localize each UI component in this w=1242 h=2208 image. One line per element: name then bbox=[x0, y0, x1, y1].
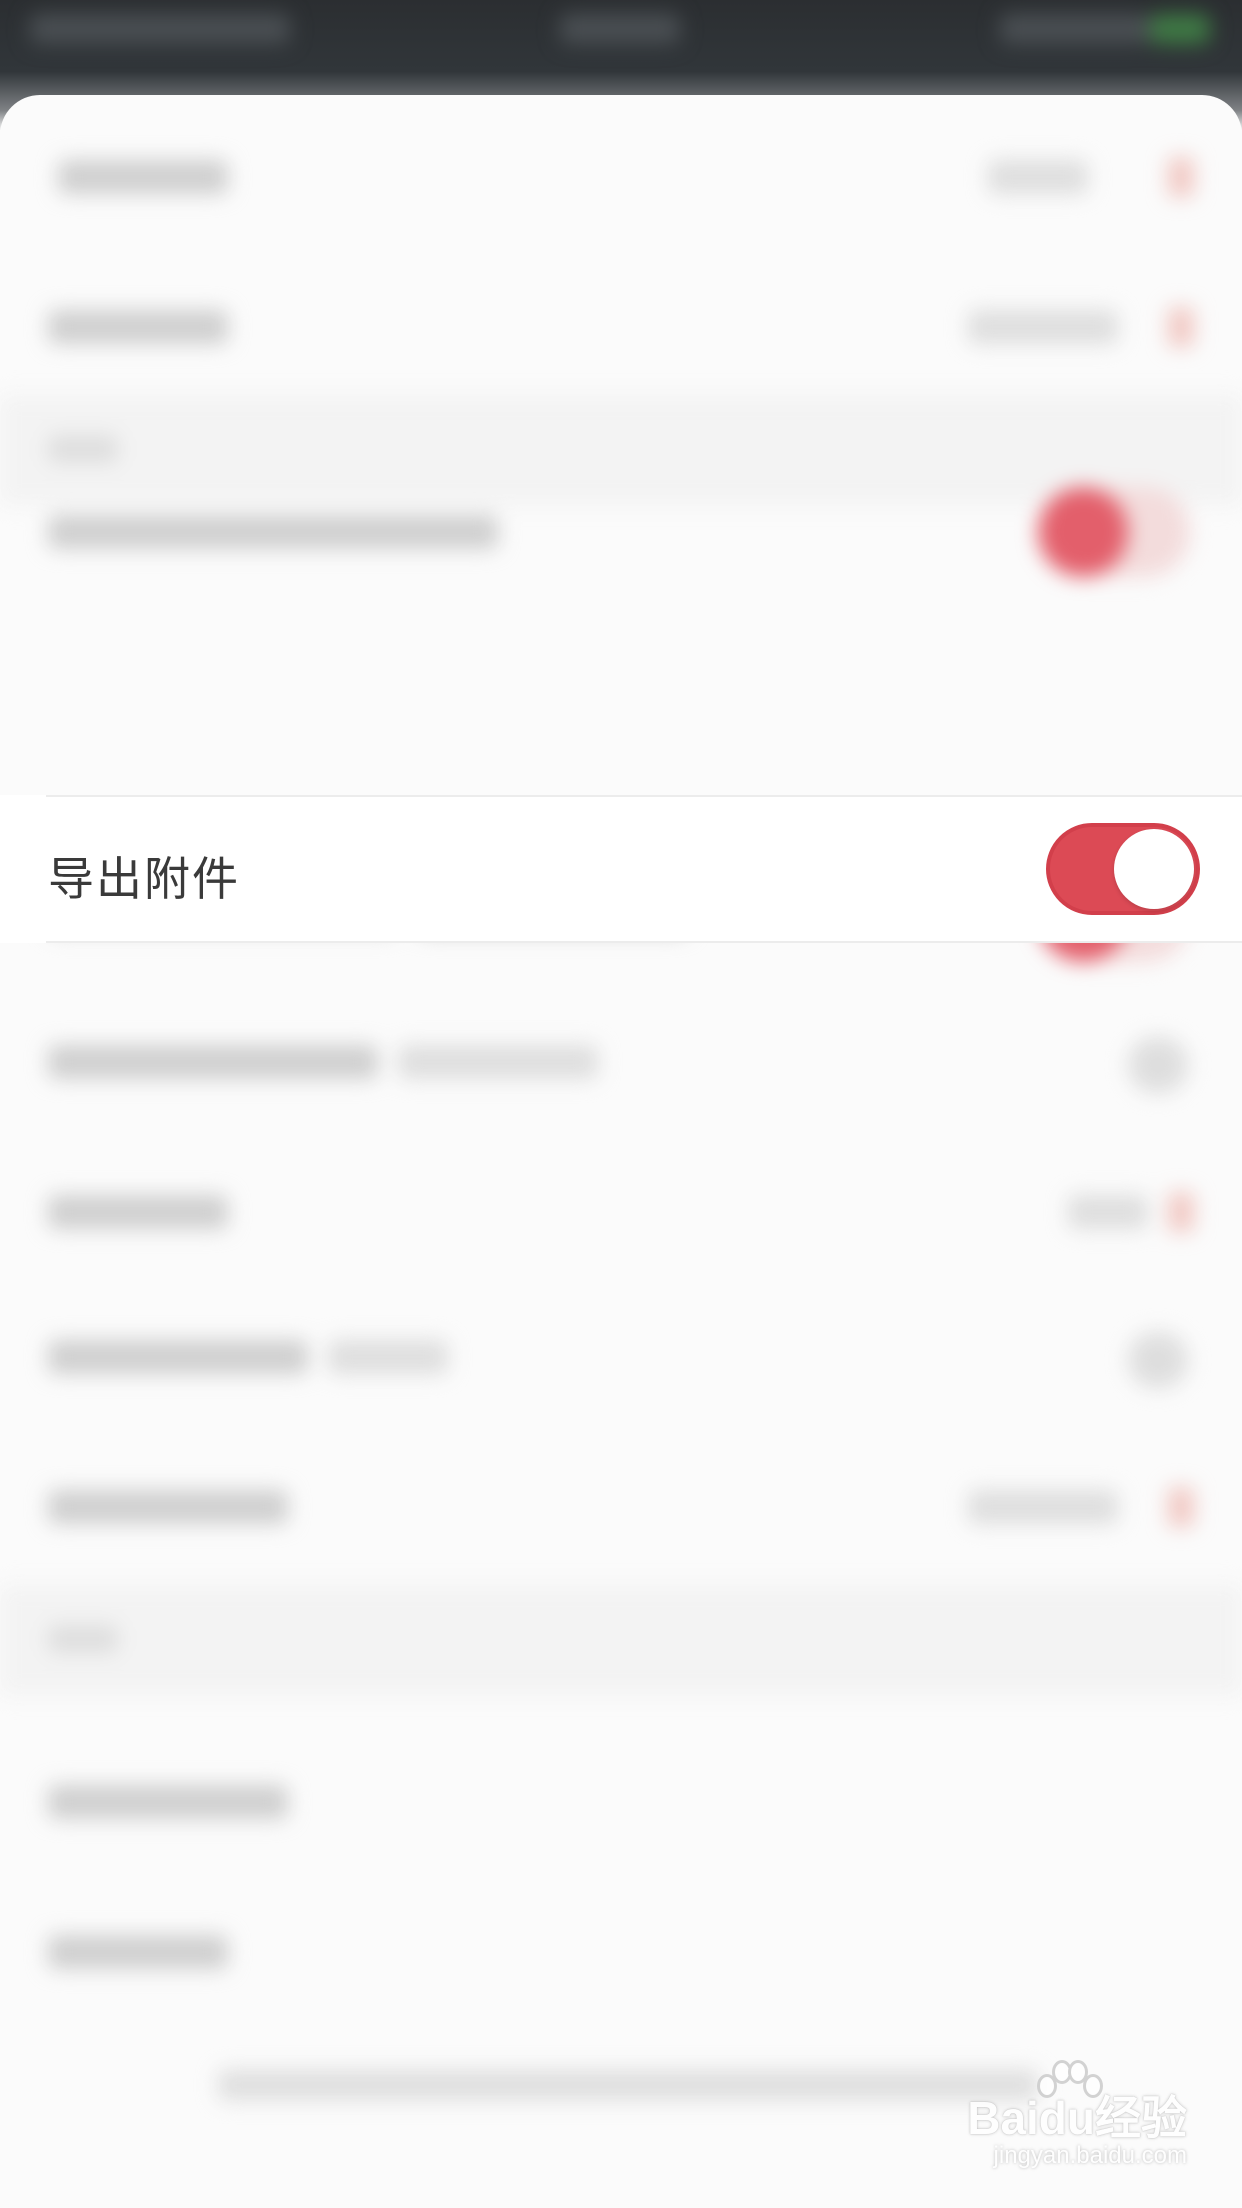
row-divider bbox=[46, 941, 1242, 943]
export-attachments-label: 导出附件 bbox=[48, 852, 240, 906]
export-attachments-toggle[interactable] bbox=[1046, 823, 1200, 915]
watermark-logo: Baidu经验 bbox=[967, 2092, 1187, 2144]
toggle-knob bbox=[1114, 829, 1194, 909]
export-attachments-row[interactable]: 导出附件 bbox=[0, 795, 1242, 943]
row-divider bbox=[46, 795, 1242, 797]
watermark-url: jingyan.baidu.com bbox=[993, 2142, 1187, 2169]
watermark: Baidu经验 jingyan.baidu.com bbox=[952, 2060, 1187, 2180]
settings-sheet: 导出附件 bbox=[0, 95, 1242, 2208]
